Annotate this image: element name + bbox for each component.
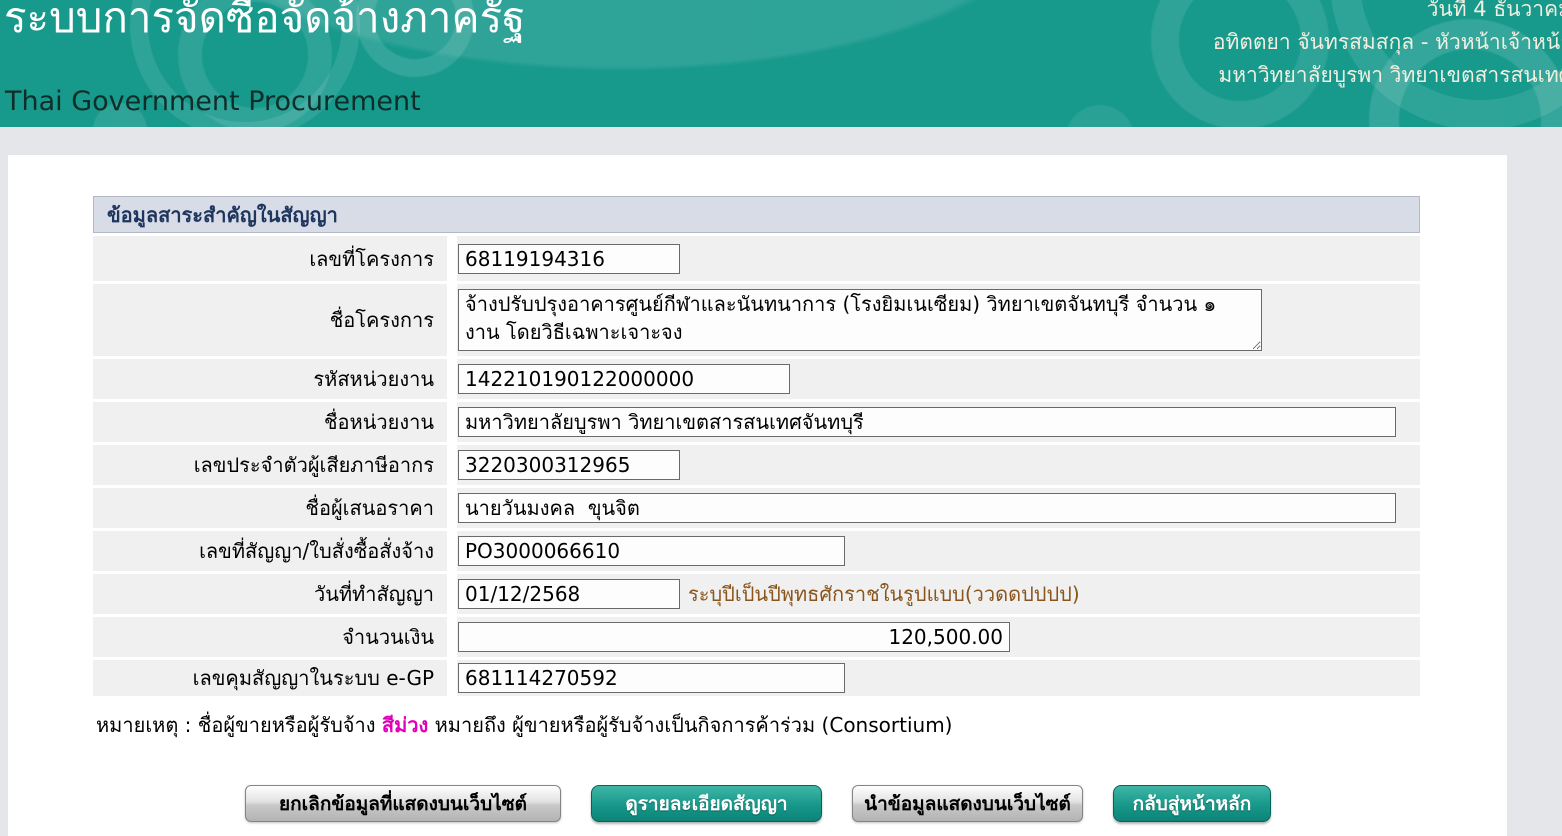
column-divider — [447, 284, 457, 356]
main-content-panel: ข้อมูลสาระสำคัญในสัญญา เลขที่โครงการ ชื่… — [8, 155, 1507, 836]
view-contract-detail-button[interactable]: ดูรายละเอียดสัญญา — [591, 785, 822, 822]
field-label: เลขประจำตัวผู้เสียภาษีอากร — [93, 449, 447, 481]
form-row-agency-name: ชื่อหน่วยงาน — [93, 402, 1420, 442]
field-label: เลขที่โครงการ — [93, 243, 447, 275]
note-prefix: หมายเหตุ : ชื่อผู้ขายหรือผู้รับจ้าง — [96, 713, 382, 737]
cancel-published-data-button[interactable]: ยกเลิกข้อมูลที่แสดงบนเว็บไซต์ — [245, 785, 561, 822]
form-row-bidder-name: ชื่อผู้เสนอราคา — [93, 488, 1420, 528]
publish-data-button[interactable]: นำข้อมูลแสดงบนเว็บไซต์ — [852, 785, 1083, 822]
bidder-name-input[interactable] — [458, 493, 1396, 523]
field-label: ชื่อหน่วยงาน — [93, 406, 447, 438]
form-row-egp-control-number: เลขคุมสัญญาในระบบ e-GP — [93, 660, 1420, 696]
contract-date-input[interactable] — [458, 579, 680, 609]
user-name-role: อทิตตยา จันทรสมสกุล - หัวหน้าเจ้าหน้า — [1213, 26, 1562, 59]
column-divider — [447, 236, 457, 281]
date-format-hint: ระบุปีเป็นปีพุทธศักราชในรูปแบบ(ววดดปปปป) — [688, 578, 1080, 610]
current-date: วันที่ 4 ธันวาคม — [1213, 0, 1562, 26]
column-divider — [447, 660, 457, 696]
field-label: ชื่อโครงการ — [93, 304, 447, 336]
form-row-amount: จำนวนเงิน — [93, 617, 1420, 657]
consortium-note: หมายเหตุ : ชื่อผู้ขายหรือผู้รับจ้าง สีม่… — [96, 709, 1507, 741]
header-user-info: วันที่ 4 ธันวาคม อทิตตยา จันทรสมสกุล - ห… — [1213, 0, 1562, 92]
column-divider — [447, 531, 457, 571]
form-row-project-name: ชื่อโครงการ จ้างปรับปรุงอาคารศูนย์กีฬาแล… — [93, 284, 1420, 356]
action-button-row: ยกเลิกข้อมูลที่แสดงบนเว็บไซต์ ดูรายละเอี… — [8, 785, 1507, 822]
app-title-english: Thai Government Procurement — [5, 86, 421, 117]
project-number-input[interactable] — [458, 244, 680, 274]
amount-input[interactable] — [458, 622, 1010, 652]
taxpayer-id-input[interactable] — [458, 450, 680, 480]
field-label: จำนวนเงิน — [93, 621, 447, 653]
contract-summary-form: ข้อมูลสาระสำคัญในสัญญา เลขที่โครงการ ชื่… — [93, 196, 1420, 696]
column-divider — [447, 574, 457, 614]
form-row-contract-date: วันที่ทำสัญญา ระบุปีเป็นปีพุทธศักราชในรู… — [93, 574, 1420, 614]
field-label: รหัสหน่วยงาน — [93, 363, 447, 395]
back-to-home-button[interactable]: กลับสู่หน้าหลัก — [1113, 785, 1271, 822]
column-divider — [447, 402, 457, 442]
form-row-taxpayer-id: เลขประจำตัวผู้เสียภาษีอากร — [93, 445, 1420, 485]
egp-control-number-input[interactable] — [458, 663, 845, 693]
field-label: เลขคุมสัญญาในระบบ e-GP — [93, 662, 447, 694]
agency-name-input[interactable] — [458, 407, 1396, 437]
field-label: ชื่อผู้เสนอราคา — [93, 492, 447, 524]
note-highlight-purple: สีม่วง — [382, 713, 428, 737]
app-header: ระบบการจัดซื้อจัดจ้างภาครัฐ Thai Governm… — [0, 0, 1562, 127]
form-row-project-number: เลขที่โครงการ — [93, 236, 1420, 281]
field-label: วันที่ทำสัญญา — [93, 578, 447, 610]
note-suffix: หมายถึง ผู้ขายหรือผู้รับจ้างเป็นกิจการค้… — [428, 713, 952, 737]
column-divider — [447, 445, 457, 485]
form-row-agency-code: รหัสหน่วยงาน — [93, 359, 1420, 399]
field-label: เลขที่สัญญา/ใบสั่งซื้อสั่งจ้าง — [93, 535, 447, 567]
column-divider — [447, 617, 457, 657]
form-row-contract-number: เลขที่สัญญา/ใบสั่งซื้อสั่งจ้าง — [93, 531, 1420, 571]
column-divider — [447, 488, 457, 528]
project-name-textarea[interactable]: จ้างปรับปรุงอาคารศูนย์กีฬาและนันทนาการ (… — [458, 289, 1262, 351]
agency-code-input[interactable] — [458, 364, 790, 394]
section-title: ข้อมูลสาระสำคัญในสัญญา — [93, 196, 1420, 233]
column-divider — [447, 359, 457, 399]
contract-number-input[interactable] — [458, 536, 845, 566]
user-organization: มหาวิทยาลัยบูรพา วิทยาเขตสารสนเทศ — [1213, 59, 1562, 92]
app-title-thai: ระบบการจัดซื้อจัดจ้างภาครัฐ — [4, 0, 525, 50]
